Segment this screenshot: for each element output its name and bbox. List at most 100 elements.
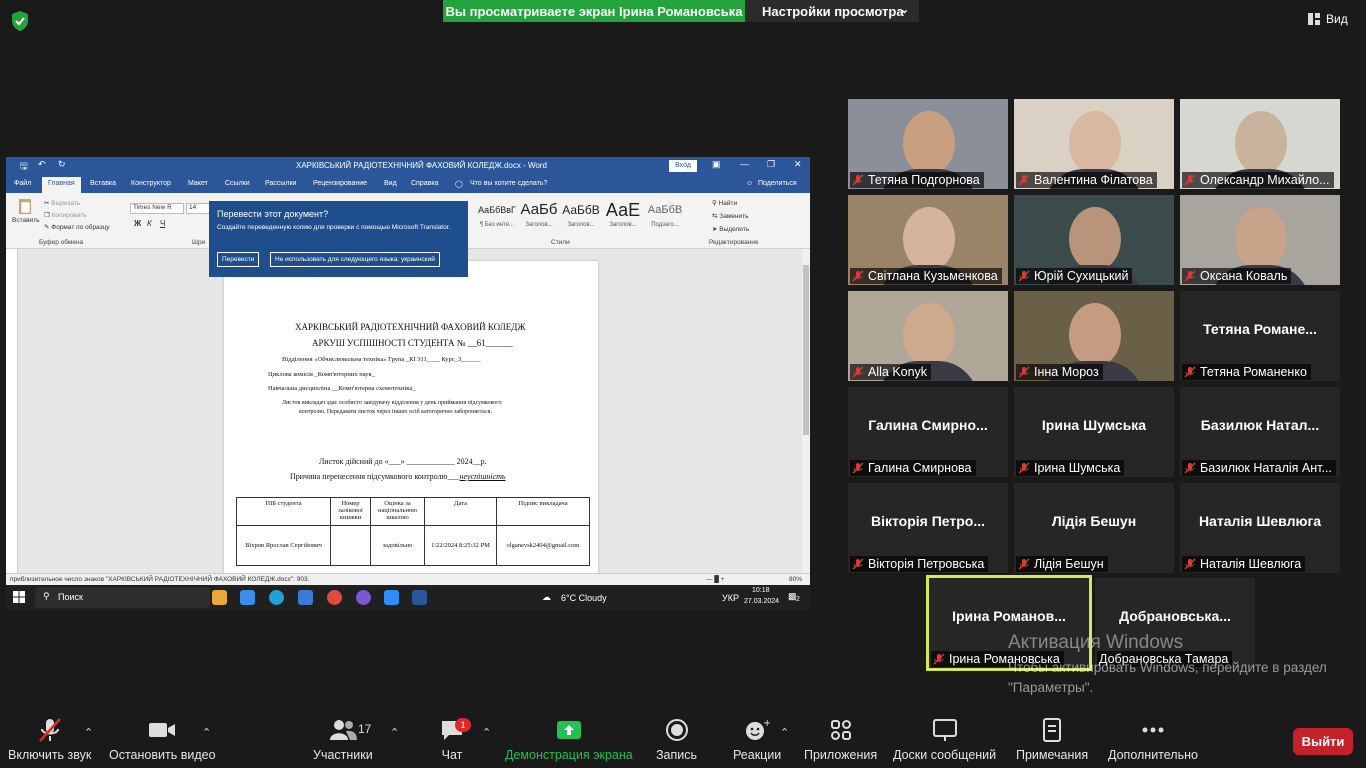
style-title[interactable]: АаЕ Заголов... [602,199,644,235]
font-size-select[interactable]: 14 [186,203,210,214]
participants-count: 17 [358,722,372,736]
participant-name-label: Оксана Коваль [1182,268,1292,284]
scrollbar-thumb[interactable] [803,265,809,435]
participant-tile[interactable]: Лідія Бешун Лідія Бешун [1014,483,1174,573]
participant-tile[interactable]: Світлана Кузьменкова [848,195,1008,285]
italic-button[interactable]: К [147,219,152,228]
replace-button[interactable]: ⇆ Заменить [712,212,748,220]
file-explorer-icon[interactable] [212,590,227,605]
share-button[interactable]: Поделиться [758,180,797,187]
unmute-button[interactable]: Включить звук [8,718,91,762]
muted-mic-icon [1018,462,1030,474]
edge-icon[interactable] [269,590,284,605]
save-icon[interactable]: 🖫 [20,159,28,175]
select-button[interactable]: ➤ Выделить [712,225,749,233]
tab-references[interactable]: Ссылки [225,180,250,187]
translate-button[interactable]: Перевести [217,252,260,267]
apps-button[interactable]: Приложения [804,718,877,762]
participant-tile[interactable]: Ірина Романов... Ірина Романовська [926,575,1092,671]
underline-button[interactable]: Ч [160,219,165,228]
tab-mailings[interactable]: Рассылки [265,180,296,187]
stop-video-button[interactable]: Остановить видео [109,718,216,762]
undo-icon[interactable]: ↶ [38,159,46,170]
participant-tile[interactable]: Alla Konyk [848,291,1008,381]
tab-layout[interactable]: Макет [188,180,208,187]
word-app-icon[interactable] [412,590,427,605]
style-no-spacing[interactable]: АаБбВвГ ¶ Без инте... [476,199,518,235]
participant-video-feed [1235,207,1287,271]
tab-design[interactable]: Конструктор [131,180,171,187]
participant-tile[interactable]: Добрановська... Добрановська Тамара [1095,578,1255,668]
participant-tile[interactable]: Наталія Шевлюга Наталія Шевлюга [1180,483,1340,573]
participant-tile[interactable]: Галина Смирно... Галина Смирнова [848,387,1008,477]
word-login-button[interactable]: Вход [669,160,697,172]
mail-icon[interactable] [298,590,313,605]
view-settings-dropdown[interactable]: Настройки просмотра ⌄ [745,0,919,22]
tab-view[interactable]: Вид [384,180,397,187]
video-options-caret-icon[interactable]: ⌃ [202,726,211,739]
style-heading-2[interactable]: АаБбВ Заголов... [560,199,602,235]
whiteboards-button[interactable]: Доски сообщений [893,718,996,762]
chat-caret-icon[interactable]: ⌃ [482,726,491,739]
bold-button[interactable]: Ж [134,219,141,228]
viber-icon[interactable] [356,590,371,605]
tab-home[interactable]: Главная [42,177,81,193]
document-page[interactable]: ХАРКІВСЬКИЙ РАДІОТЕХНІЧНИЙ ФАХОВИЙ КОЛЕД… [224,261,598,573]
style-subtitle[interactable]: АаБбВ Подзаго... [644,199,686,235]
participant-tile[interactable]: Базилюк Натал... Базилюк Наталія Ант... [1180,387,1340,477]
participant-tile[interactable]: Вікторія Петро... Вікторія Петровська [848,483,1008,573]
tab-insert[interactable]: Вставка [90,180,116,187]
maximize-icon[interactable]: ❐ [767,159,775,170]
participant-tile[interactable]: Валентина Філатова [1014,99,1174,189]
copy-button[interactable]: ❐ Копировать [44,211,87,219]
redo-icon[interactable]: ↻ [58,159,66,170]
skip-translate-button[interactable]: Не использовать для следующего языка: ук… [270,252,440,267]
style-preview: АаБб [520,201,558,218]
document-scrollbar[interactable] [802,249,810,573]
participant-tile[interactable]: Оксана Коваль [1180,195,1340,285]
reactions-caret-icon[interactable]: ⌃ [780,726,789,739]
share-screen-button[interactable]: Демонстрация экрана [505,718,633,762]
zoom-slider[interactable]: — █ + [706,576,725,583]
tell-me-search[interactable]: Что вы хотите сделать? [470,180,547,187]
more-button[interactable]: Дополнительно [1108,718,1198,762]
participants-caret-icon[interactable]: ⌃ [390,726,399,739]
minimize-icon[interactable]: — [740,159,749,169]
store-icon[interactable] [240,590,255,605]
participant-name-label: Alla Konyk [850,364,932,380]
reactions-button[interactable]: + Реакции [733,718,781,762]
tab-help[interactable]: Справка [411,180,438,187]
language-indicator[interactable]: УКР [722,593,739,603]
word-ribbon-tabs: Файл Главная Вставка Конструктор Макет С… [6,175,810,193]
participant-name-label: Світлана Кузьменкова [850,268,1002,284]
view-button[interactable]: Вид [1308,8,1358,30]
chrome-icon[interactable] [327,590,342,605]
tab-file[interactable]: Файл [14,180,31,187]
tab-review[interactable]: Рецензирование [313,180,367,187]
format-painter-button[interactable]: ✎ Формат по образцу [44,223,110,231]
cut-button[interactable]: ✂ Вырезать [44,199,80,207]
participant-tile[interactable]: Юрій Сухицький [1014,195,1174,285]
zoom-app-icon[interactable] [384,590,399,605]
leave-button[interactable]: Выйти [1293,728,1353,755]
audio-options-caret-icon[interactable]: ⌃ [84,726,93,739]
paste-button[interactable]: Вставить [12,197,40,231]
ribbon-display-icon[interactable]: ▣ [712,159,721,170]
font-name-select[interactable]: Times New R [130,203,184,214]
style-heading-1[interactable]: АаБб Заголов... [518,199,560,235]
participant-tile[interactable]: Ірина Шумська Ірина Шумська [1014,387,1174,477]
stop-video-label: Остановить видео [109,748,216,762]
participant-tile[interactable]: Олександр Михайло... [1180,99,1340,189]
record-button[interactable]: Запись [656,718,697,762]
security-shield-icon[interactable] [10,10,30,32]
find-button[interactable]: ⚲ Найти [712,199,737,207]
windows-start-icon[interactable] [13,591,25,605]
participant-tile[interactable]: Тетяна Подгорнова [848,99,1008,189]
participant-tile[interactable]: Тетяна Романе... Тетяна Романенко [1180,291,1340,381]
taskbar-search[interactable]: ⚲ Поиск [35,587,210,608]
notes-button[interactable]: Примечания [1016,718,1088,762]
close-icon[interactable]: ✕ [794,159,802,170]
participant-tile[interactable]: Інна Мороз [1014,291,1174,381]
participant-name-label: Галина Смирнова [850,460,976,476]
styles-group-label: Стили [551,239,570,246]
